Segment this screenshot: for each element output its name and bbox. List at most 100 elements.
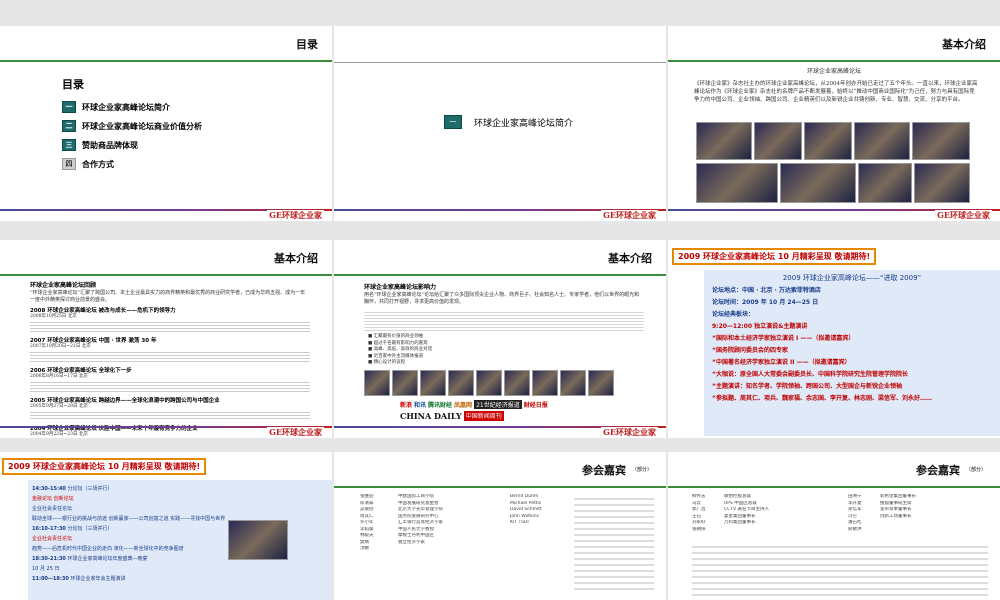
media-logos: 新浪 和讯 腾讯财经 凤凰网 21世纪经济报道 财经日报 CHINA DAILY… xyxy=(400,400,600,421)
coming-soon-badge: 2009 环球企业家高峰论坛 10 月精彩呈现 敬请期待! xyxy=(672,248,877,265)
agenda-item: “主题演讲：知名学者、学院领袖、跨国公司、大型国企与新锐企业领袖 xyxy=(712,383,902,390)
toc-label: 赞助商品牌体现 xyxy=(82,140,138,150)
toc-label: 合作方式 xyxy=(82,159,114,169)
toc-item-2[interactable]: 二 环球企业家高峰论坛商业价值分析 xyxy=(62,120,202,132)
toc-number: 二 xyxy=(62,120,76,132)
agenda-item: “大咖说：原全国人大常委会副委员长、中国科学院研究生院管理学院院长 xyxy=(712,371,908,378)
slide-forum-2009[interactable]: 2009 环球企业家高峰论坛 10 月精彩呈现 敬请期待! 2009 环球企业家… xyxy=(668,240,1000,438)
schedule-line: 14:30-15:40 分论坛（三场并行） xyxy=(32,486,113,492)
toc-number: 一 xyxy=(62,101,76,113)
media-logo: 财经日报 xyxy=(523,402,548,409)
media-logo: 腾讯财经 xyxy=(428,402,453,409)
entry-head: 2007 环球企业家高峰论坛 中国 · 世界 激荡 30 年 xyxy=(30,338,157,344)
forum-photo xyxy=(696,122,752,160)
slide-subtitle: 环球企业家高峰论坛 xyxy=(806,68,861,75)
slide-toc[interactable]: 目录 目录 一 环球企业家高峰论坛简介 二 环球企业家高峰论坛商业价值分析 三 … xyxy=(0,26,332,221)
media-logo: 凤凰网 xyxy=(454,402,473,409)
review-intro: “环球企业家高峰论坛”汇聚了跨国公司、本土企业最具实力的商界精英和最优秀的商业研… xyxy=(30,290,306,303)
forum-photo xyxy=(854,122,910,160)
intro-paragraph: 《环球企业家》杂志社主办的环球企业家高峰论坛，从2004年创办开始已走过了五个年… xyxy=(694,81,978,103)
slide-section[interactable]: 一 环球企业家高峰论坛简介 GE环球企业家 xyxy=(334,26,666,221)
speaker-photo xyxy=(448,370,474,396)
entry-body-text xyxy=(30,380,310,392)
brand-logo: GE环球企业家 xyxy=(601,210,658,221)
header-rule xyxy=(334,274,666,276)
review-title: 环球企业家高峰论坛回顾 xyxy=(30,282,97,289)
entry-head: 2008 环球企业家高峰论坛 被改与成长——危机下的领导力 xyxy=(30,308,176,314)
entry-body-text xyxy=(30,410,310,420)
slide-header-note: （部分） xyxy=(631,467,652,473)
section-title: 一 环球企业家高峰论坛简介 xyxy=(444,115,573,129)
schedule-line: 10 月 25 日 xyxy=(32,566,60,572)
entry-body-text xyxy=(30,350,310,362)
review-entry: 2007 环球企业家高峰论坛 中国 · 世界 激荡 30 年 2007年10月2… xyxy=(30,336,310,362)
influence-bullets: ■ 汇聚最有价值的商业领袖 ■ 超过千名最有影响力的嘉宾 ■ 高峰、高层、高效的… xyxy=(368,334,432,367)
review-entry: 2006 环球企业家高峰论坛 全球化下一步 2006年8月16日~17日 北京 xyxy=(30,366,310,392)
slide-schedule[interactable]: 2009 环球企业家高峰论坛 10 月精彩呈现 敬请期待! 14:30-15:4… xyxy=(0,452,332,600)
forum-photo xyxy=(914,163,970,203)
toc-label: 环球企业家高峰论坛商业价值分析 xyxy=(82,121,202,131)
header-rule xyxy=(0,60,332,62)
entry-head: 2006 环球企业家高峰论坛 全球化下一步 xyxy=(30,368,132,374)
slide-header-note: （部分） xyxy=(965,467,986,473)
media-logo: 中国新闻周刊 xyxy=(463,411,504,421)
slide-influence[interactable]: 基本介绍 环球企业家高峰论坛影响力 用名“环球企业家高峰论坛”论坛给汇聚了众多国… xyxy=(334,240,666,438)
guest-names-col: 张维迎 陈清泰 吴敬琏 周其仁 许小年 李稻葵 林毅夫 樊纲 汤敏 xyxy=(360,494,396,553)
forum-photo xyxy=(754,122,802,160)
forum-photo xyxy=(780,163,856,203)
section-label: 环球企业家高峰论坛简介 xyxy=(474,118,574,129)
slide-header: 目录 xyxy=(296,38,318,51)
header-rule xyxy=(334,486,666,488)
speaker-photos xyxy=(364,370,614,396)
agenda-item: “国际和本土经济学家独立演说 I ——（拟邀请嘉宾） xyxy=(712,335,855,342)
brand-logo: GE环球企业家 xyxy=(267,427,324,438)
speaker-photo xyxy=(504,370,530,396)
forum-time: 论坛时间：2009 年 10 月 24—25 日 xyxy=(712,299,819,306)
slide-review[interactable]: 基本介绍 环球企业家高峰论坛回顾 “环球企业家高峰论坛”汇聚了跨国公司、本土企业… xyxy=(0,240,332,438)
slide-guests-1[interactable]: 参会嘉宾 （部分） 张维迎 陈清泰 吴敬琏 周其仁 许小年 李稻葵 林毅夫 樊纲… xyxy=(334,452,666,600)
agenda-item: “国务院顾问委员会的四专家 xyxy=(712,347,788,354)
toc-title: 目录 xyxy=(62,78,84,91)
header-rule xyxy=(668,486,1000,488)
guest-name: KIT TSUI xyxy=(510,520,529,525)
coming-soon-badge: 2009 环球企业家高峰论坛 10 月精彩呈现 敬请期待! xyxy=(2,458,207,475)
forum-photo xyxy=(804,122,852,160)
forum-title: 2009 环球企业家高峰论坛——“进取 2009” xyxy=(782,274,922,282)
schedule-line: 企业社会责任论坛 xyxy=(32,506,73,512)
toc-number: 三 xyxy=(62,139,76,151)
toc-label: 环球企业家高峰论坛简介 xyxy=(82,102,170,112)
agenda-item: “参拟题、周其仁、项兵、魏家福、余志国、李开复、林志刚、梁信军、刘永好…… xyxy=(712,395,932,402)
toc-number: 四 xyxy=(62,158,76,170)
review-entry: 2008 环球企业家高峰论坛 被改与成长——危机下的领导力 2008年10月25… xyxy=(30,306,310,332)
brand-logo: GE环球企业家 xyxy=(267,210,324,221)
slide-header: 参会嘉宾 xyxy=(582,464,626,477)
slide-header: 基本介绍 xyxy=(274,252,318,265)
header-rule xyxy=(334,62,666,63)
speaker-photo xyxy=(588,370,614,396)
guest-title: 万科集团董事长 xyxy=(724,520,756,525)
influence-intro: 用名“环球企业家高峰论坛”论坛给汇聚了众多国际顶尖企业人物、商界巨子、社会知名人… xyxy=(364,292,640,305)
toc-item-4[interactable]: 四 合作方式 xyxy=(62,158,114,170)
header-rule xyxy=(668,60,1000,62)
guest-detail-text xyxy=(574,494,654,594)
toc-item-1[interactable]: 一 环球企业家高峰论坛简介 xyxy=(62,101,170,113)
speaker-photo xyxy=(392,370,418,396)
forum-photo xyxy=(696,163,778,203)
bullet-item: ■ 精心设计的议程 xyxy=(368,360,406,365)
header-rule xyxy=(0,274,332,276)
toc-item-3[interactable]: 三 赞助商品牌体现 xyxy=(62,139,138,151)
review-entry: 2005 环球企业家高峰论坛 跨越边界——全球化浪潮中的跨国公司与中国企业 20… xyxy=(30,396,310,420)
slide-guests-2[interactable]: 参会嘉宾 （部分） 柳传志 马云 郭广昌 王石 刘永好 张朝阳 联想控股总裁 U… xyxy=(668,452,1000,600)
schedule-line: 金融论坛 创新论坛 xyxy=(32,496,74,502)
agenda-heading: 论坛经典板块： xyxy=(712,311,755,318)
slide-intro[interactable]: 基本介绍 环球企业家高峰论坛 《环球企业家》杂志社主办的环球企业家高峰论坛，从2… xyxy=(668,26,1000,221)
guest-names-col: Bernd Duhm Michael Pettis David Schmitt … xyxy=(510,494,570,527)
slide-header: 基本介绍 xyxy=(608,252,652,265)
agenda-item: 9:20—12:00 独立演说&主题演讲 xyxy=(712,323,808,330)
media-logo: 21世纪经济报道 xyxy=(474,400,522,409)
forum-info-panel: 2009 环球企业家高峰论坛——“进取 2009” 论坛地点：中国 · 北京 ·… xyxy=(704,270,1000,436)
speaker-photo xyxy=(532,370,558,396)
guest-titles-col: 联想控股总裁 UPS 中国区总裁 CCTV 著名节目主持人 复星集团董事长 万科… xyxy=(724,494,844,527)
guest-name: 张朝阳 xyxy=(692,526,706,532)
schedule-panel: 14:30-15:40 分论坛（三场并行） 金融论坛 创新论坛 企业社会责任论坛… xyxy=(28,480,332,600)
